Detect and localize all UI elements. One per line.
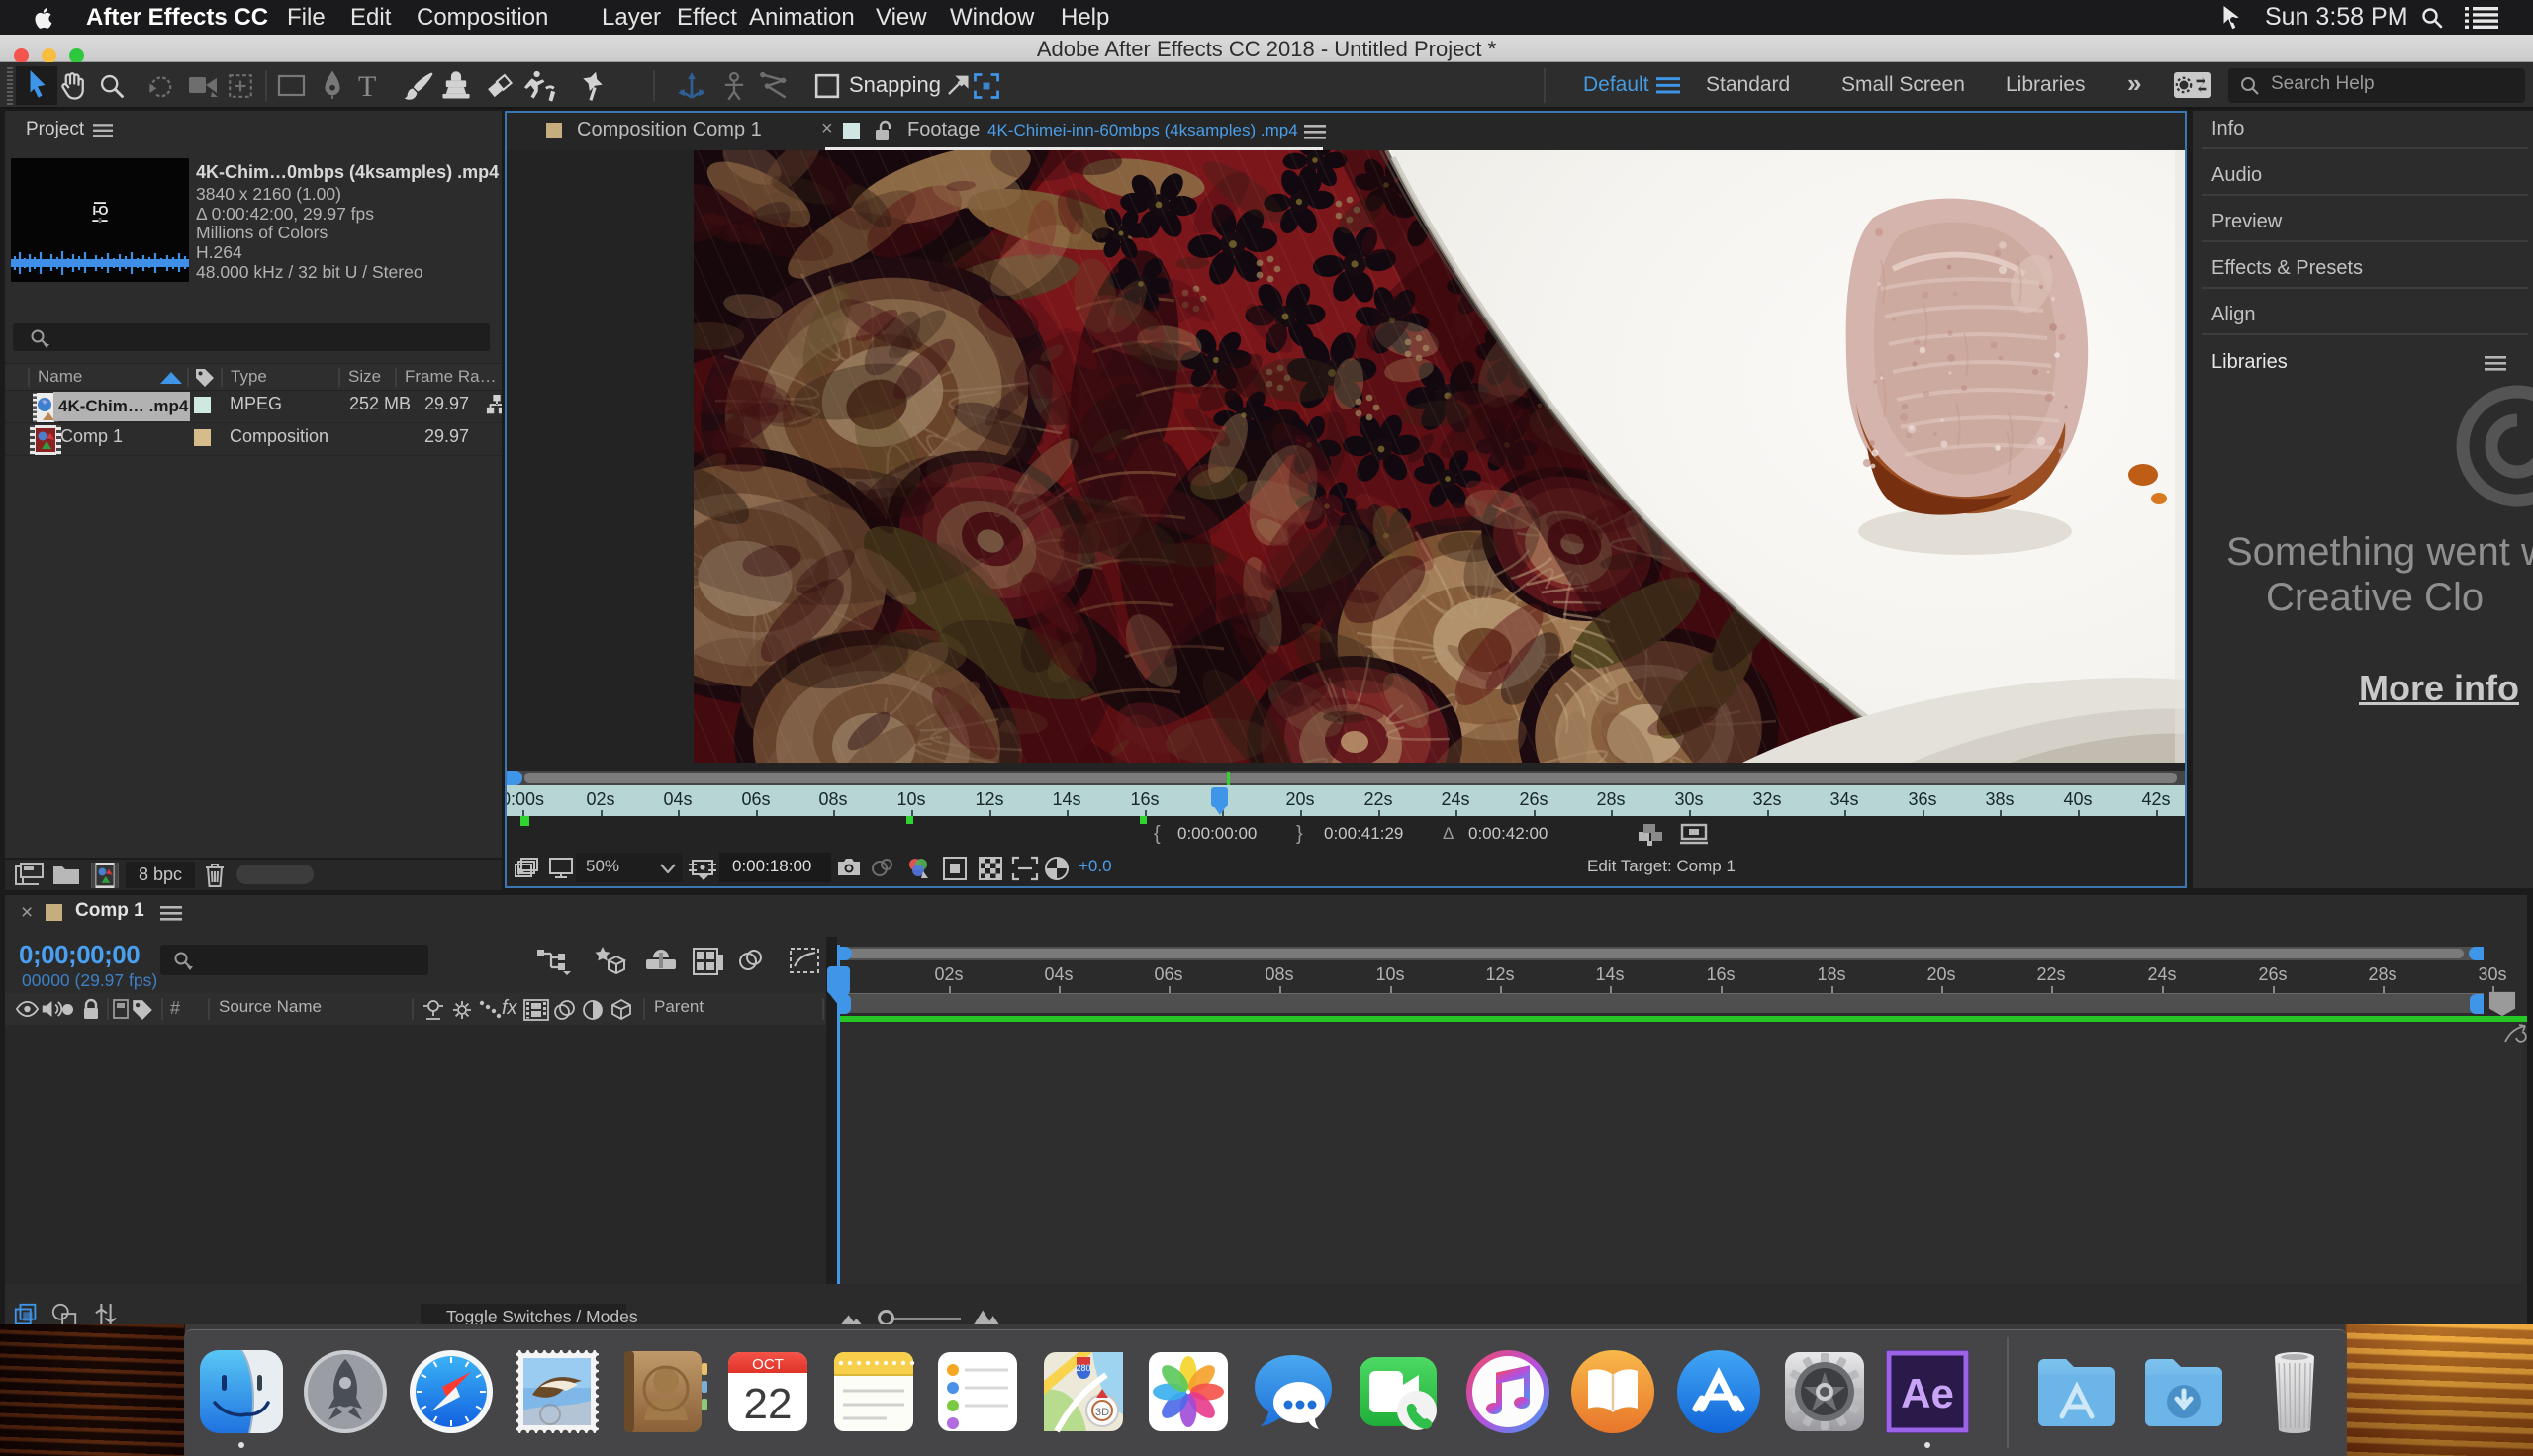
- svg-text:280: 280: [1076, 1363, 1090, 1373]
- svg-text:OCT: OCT: [752, 1356, 784, 1373]
- svg-text:3D: 3D: [1095, 1407, 1109, 1418]
- svg-text:22: 22: [744, 1380, 793, 1428]
- svg-text:Ae: Ae: [1901, 1370, 1954, 1416]
